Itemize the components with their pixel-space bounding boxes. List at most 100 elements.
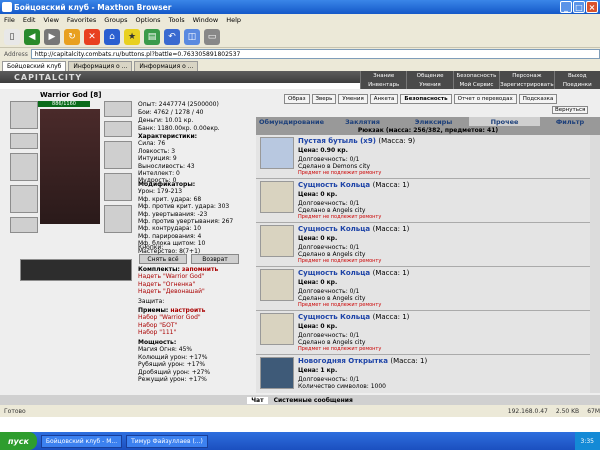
ring-essence-image: [260, 225, 294, 257]
split-view-icon[interactable]: ◫: [184, 28, 200, 45]
nav-battles[interactable]: Поединки: [553, 80, 600, 89]
nav-character[interactable]: Персонаж: [499, 71, 553, 80]
maximize-button[interactable]: □: [573, 1, 585, 13]
tab-system-messages[interactable]: Системные сообщения: [274, 397, 353, 404]
item-title[interactable]: Сущность Кольца: [298, 313, 370, 321]
tactic-item[interactable]: Набор "111": [138, 329, 205, 336]
tab-info-1[interactable]: Информация о ...: [68, 61, 133, 71]
tab-elixirs[interactable]: Эликсиры: [398, 117, 469, 126]
nav-register[interactable]: Зарегистрировать: [499, 80, 554, 89]
nav-security[interactable]: Безопасность: [452, 71, 499, 80]
bank: Банк: 1180.00кр. 0.00екр.: [138, 125, 220, 132]
go-back-button[interactable]: Вернуться: [552, 106, 589, 114]
back-icon[interactable]: ◀: [24, 28, 40, 45]
tab-other[interactable]: Прочее: [469, 117, 540, 126]
item-title[interactable]: Сущность Кольца: [298, 181, 370, 189]
list-item[interactable]: Сущность Кольца (Масса: 1) Цена: 0 кр. Д…: [256, 311, 600, 355]
item-made: Сделано в Angels city: [298, 251, 366, 258]
profile-button[interactable]: Анкета: [369, 94, 399, 104]
item-made: Сделано в Angels city: [298, 207, 366, 214]
item-title[interactable]: Сущность Кольца: [298, 269, 370, 277]
characteristics-header[interactable]: Характеристики:: [138, 133, 197, 140]
taskbar-item[interactable]: Бойцовский клуб - М...: [40, 434, 123, 448]
menu-groups[interactable]: Groups: [104, 16, 127, 24]
item-title[interactable]: Сущность Кольца: [298, 225, 370, 233]
new-page-icon[interactable]: ▯: [4, 28, 20, 45]
tab-equipment[interactable]: Обмундирование: [256, 117, 327, 126]
stop-icon[interactable]: ✕: [84, 28, 100, 45]
image-button[interactable]: Образ: [284, 94, 310, 104]
refresh-icon[interactable]: ↻: [64, 28, 80, 45]
menu-help[interactable]: Help: [226, 16, 241, 24]
taskbar-item[interactable]: Тимур Файзуллаев (...): [126, 434, 208, 448]
remember-link[interactable]: запомнить: [182, 266, 218, 273]
protection-header[interactable]: Защита:: [138, 298, 164, 305]
list-item[interactable]: Сущность Кольца (Масса: 1) Цена: 0 кр. Д…: [256, 179, 600, 223]
game-logo: CAPITALCITY: [14, 72, 83, 82]
item-title[interactable]: Новогодняя Открытка: [298, 357, 388, 365]
undo-icon[interactable]: ↶: [164, 28, 180, 45]
item-title[interactable]: Пустая бутыль (x9): [298, 137, 376, 145]
menu-edit[interactable]: Edit: [23, 16, 36, 24]
take-off-all-button[interactable]: Снять всё: [139, 254, 187, 264]
skills-button[interactable]: Умения: [338, 94, 368, 104]
shield-slot[interactable]: [104, 173, 132, 201]
menu-favorites[interactable]: Favorites: [67, 16, 96, 24]
armor-slot[interactable]: [10, 185, 38, 213]
hint-button[interactable]: Подсказка: [518, 94, 558, 104]
bracers-slot[interactable]: [10, 133, 38, 149]
security-button[interactable]: Безопасность: [400, 94, 452, 104]
belt-items[interactable]: [20, 259, 132, 281]
nav-exit[interactable]: Выход: [553, 71, 600, 80]
gloves-slot[interactable]: [104, 141, 132, 169]
stat-endurance: Выносливость: 43: [138, 162, 195, 170]
tab-spells[interactable]: Заклятия: [327, 117, 398, 126]
transfers-report-button[interactable]: Отчет о переводах: [453, 94, 517, 104]
modifiers-header[interactable]: Модификаторы:: [138, 181, 233, 188]
earrings-slot[interactable]: [104, 101, 132, 117]
inventory-scrollbar[interactable]: [590, 135, 600, 393]
nav-skills[interactable]: Умения: [406, 80, 452, 89]
tab-chat[interactable]: Чат: [247, 396, 268, 404]
menu-tools[interactable]: Tools: [169, 16, 185, 24]
list-item[interactable]: Пустая бутыль (x9) (Масса: 9) Цена: 0.90…: [256, 135, 600, 179]
menu-view[interactable]: View: [43, 16, 58, 24]
start-button[interactable]: пуск: [0, 432, 37, 450]
amulet-slot[interactable]: [104, 121, 132, 137]
tab-combats[interactable]: Бойцовский клуб: [2, 61, 67, 71]
tactic-item[interactable]: Набор "БОТ": [138, 322, 205, 329]
minimize-button[interactable]: _: [560, 1, 572, 13]
menu-file[interactable]: File: [4, 16, 15, 24]
kit-item[interactable]: Надеть "Девонашай": [138, 288, 218, 295]
menu-window[interactable]: Window: [193, 16, 219, 24]
nav-inventory[interactable]: Инвентарь: [360, 80, 406, 89]
close-button[interactable]: ×: [586, 1, 598, 13]
menu-options[interactable]: Options: [135, 16, 160, 24]
tab-info-2[interactable]: Информация о ...: [134, 61, 199, 71]
list-item[interactable]: Новогодняя Открытка (Масса: 1) Цена: 1 к…: [256, 355, 600, 393]
boots-slot[interactable]: [104, 205, 132, 233]
belt-slot[interactable]: [10, 217, 38, 233]
list-item[interactable]: Сущность Кольца (Масса: 1) Цена: 0 кр. Д…: [256, 223, 600, 267]
return-button[interactable]: Возврат: [191, 254, 239, 264]
save-icon[interactable]: ▤: [144, 28, 160, 45]
home-icon[interactable]: ⌂: [104, 28, 120, 45]
favorites-icon[interactable]: ★: [124, 28, 140, 45]
nav-chat[interactable]: Общение: [406, 71, 452, 80]
weapon-slot[interactable]: [10, 153, 38, 181]
tactic-item[interactable]: Набор "Warrior God": [138, 314, 205, 321]
pet-button[interactable]: Зверь: [311, 94, 337, 104]
list-item[interactable]: Сущность Кольца (Масса: 1) Цена: 0 кр. Д…: [256, 267, 600, 311]
kit-item[interactable]: Надеть "Огненка": [138, 281, 218, 288]
kit-item[interactable]: Надеть "Warrior God": [138, 273, 218, 280]
forward-icon[interactable]: ▶: [44, 28, 60, 45]
helmet-slot[interactable]: [10, 101, 38, 129]
configure-link[interactable]: настроить: [170, 307, 205, 314]
screen-icon[interactable]: ▭: [204, 28, 220, 45]
nav-knowledge[interactable]: Знание: [360, 71, 406, 80]
nav-service[interactable]: Мой Сервис: [452, 80, 499, 89]
address-input[interactable]: http://capitalcity.combats.ru/buttons.pl…: [30, 49, 600, 59]
tab-filter[interactable]: Фильтр: [540, 117, 600, 126]
game-area: Warrior God [8] 886/1160 Опыт: 2447774 (…: [0, 89, 600, 395]
power-header[interactable]: Мощность:: [138, 339, 210, 346]
